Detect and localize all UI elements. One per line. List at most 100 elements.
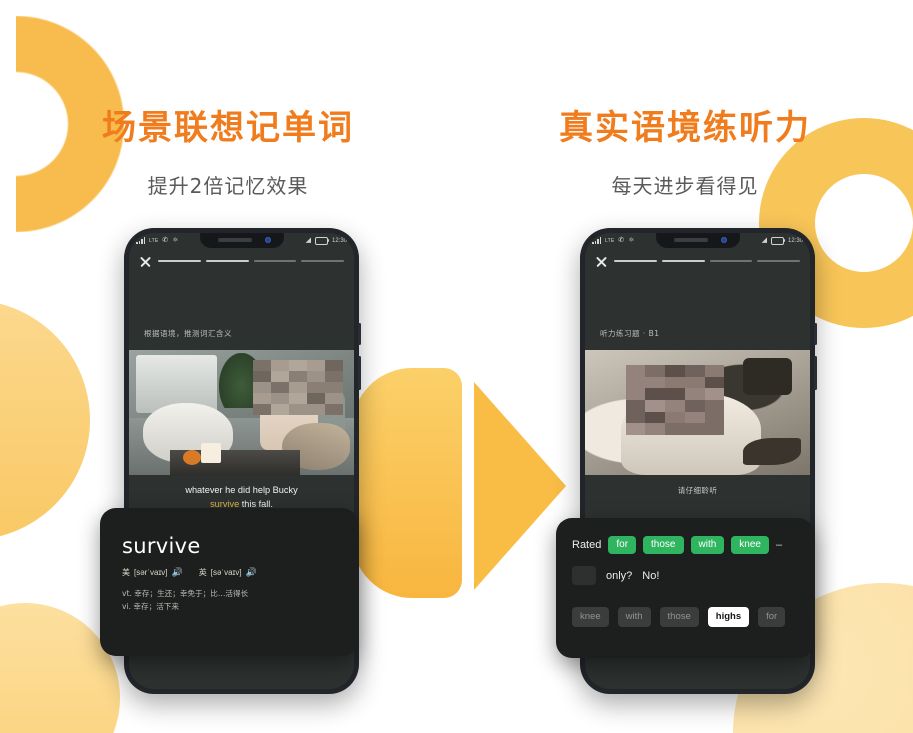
wifi-icon: ◢ [762,237,767,244]
quiz-text-after-blank: only? [606,570,632,582]
mosaic-tile [325,404,343,415]
status-clock: 12:30 [332,238,347,244]
mosaic-tile [626,412,646,424]
earpiece-speaker [674,238,708,242]
mosaic-tile [645,400,665,412]
listening-quiz-card: Rated for those with knee – only? No! kn… [556,518,814,658]
mosaic-tile [685,400,705,412]
definition-line: vt. 幸存；生还；幸免于；比…活得长 [122,587,336,600]
video-caption-left: whatever he did help Bucky survive this … [129,483,354,511]
word-definitions: vt. 幸存；生还；幸免于；比…活得长 vi. 幸存；活下来 [122,587,336,613]
mosaic-tile [289,360,307,371]
mosaic-tile [307,371,325,382]
word-bank-tile[interactable]: with [618,607,651,627]
mosaic-tile [289,404,307,415]
progress-segment [301,260,344,262]
listening-sub-hint: 请仔细聆听 [585,485,810,496]
scene-candle [201,443,221,463]
progress-segment [158,260,201,262]
mosaic-tile [685,377,705,389]
scene-dark-object [743,358,793,396]
close-icon[interactable] [139,255,152,268]
mosaic-tile [271,371,289,382]
speaker-icon[interactable]: 🔊 [172,567,183,578]
quiz-word-bank: knee with those highs for [572,607,798,627]
mosaic-tile [271,382,289,393]
mosaic-tile [665,400,685,412]
mosaic-tile [626,400,646,412]
mosaic-tile [253,382,271,393]
phonetic-us-ipa: [sərˈvaɪv] [134,568,168,577]
quiz-answer-line: Rated for those with knee – [572,536,798,554]
mosaic-tile [705,423,725,435]
mosaic-tile [289,393,307,404]
page-subtitle-right: 每天进步看得见 [457,170,913,199]
mosaic-tile [271,404,289,415]
scene-pumpkin [183,450,201,465]
quiz-blank-slot[interactable] [572,566,596,585]
phone-volume-button [814,356,817,390]
mosaic-tile [271,393,289,404]
mosaic-tile [645,412,665,424]
lesson-top-bar-right [585,250,810,272]
video-player-left[interactable] [129,350,354,475]
quiz-text-exclaim: No! [642,570,659,582]
mosaic-tile [289,371,307,382]
mosaic-tile [253,393,271,404]
mosaic-tile [325,382,343,393]
network-label: LTE [149,238,158,244]
mosaic-tile [645,423,665,435]
progress-segment [757,260,800,262]
mosaic-tile [289,382,307,393]
quiz-blank-line: only? No! [572,566,798,585]
signal-bars-icon [136,237,145,244]
lesson-progress-left [158,260,344,262]
phone-notch [656,233,740,248]
call-icon: ✆ [618,237,624,244]
mosaic-tile [705,388,725,400]
phonetic-us-label: 美 [122,567,130,578]
lesson-hint-right: 听力练习题 · B1 [600,328,660,339]
word-bank-tile[interactable]: those [660,607,699,627]
call-icon: ✆ [162,237,168,244]
quiz-answer-chip[interactable]: those [643,536,683,554]
earpiece-speaker [218,238,252,242]
close-icon[interactable] [595,255,608,268]
mosaic-tile [665,365,685,377]
progress-segment [662,260,705,262]
mosaic-tile [253,360,271,371]
phone-volume-button [358,356,361,390]
quiz-dash: – [776,539,782,551]
mosaic-tile [325,371,343,382]
lesson-progress-right [614,260,800,262]
mosaic-tile [665,388,685,400]
word-bank-tile[interactable]: knee [572,607,609,627]
page-title-right: 真实语境练听力 [457,100,913,149]
caption-line-1: whatever he did help Bucky [129,483,354,497]
quiz-answer-chip[interactable]: with [691,536,725,554]
phonetic-us[interactable]: 美 [sərˈvaɪv] 🔊 [122,567,183,578]
front-camera [721,237,727,243]
lesson-top-bar-left [129,250,354,272]
front-camera [265,237,271,243]
progress-segment [206,260,249,262]
progress-segment [254,260,297,262]
quiz-answer-chip[interactable]: knee [731,536,769,554]
mosaic-tile [271,360,289,371]
progress-segment [614,260,657,262]
mosaic-tile [685,423,705,435]
phonetic-uk[interactable]: 英 [səˈvaɪv] 🔊 [199,567,257,578]
video-player-right[interactable] [585,350,810,475]
quiz-answer-chip[interactable]: for [608,536,636,554]
progress-segment [710,260,753,262]
mosaic-tile [645,365,665,377]
word-headword: survive [122,534,336,558]
speaker-icon[interactable]: 🔊 [246,567,257,578]
word-bank-tile[interactable]: for [758,607,785,627]
mosaic-tile [705,377,725,389]
word-bank-tile-selected[interactable]: highs [708,607,749,627]
privacy-mosaic [626,365,725,435]
mosaic-tile [626,388,646,400]
page-title-left: 场景联想记单词 [0,100,456,149]
word-definition-card: survive 美 [sərˈvaɪv] 🔊 英 [səˈvaɪv] 🔊 vt.… [100,508,358,656]
